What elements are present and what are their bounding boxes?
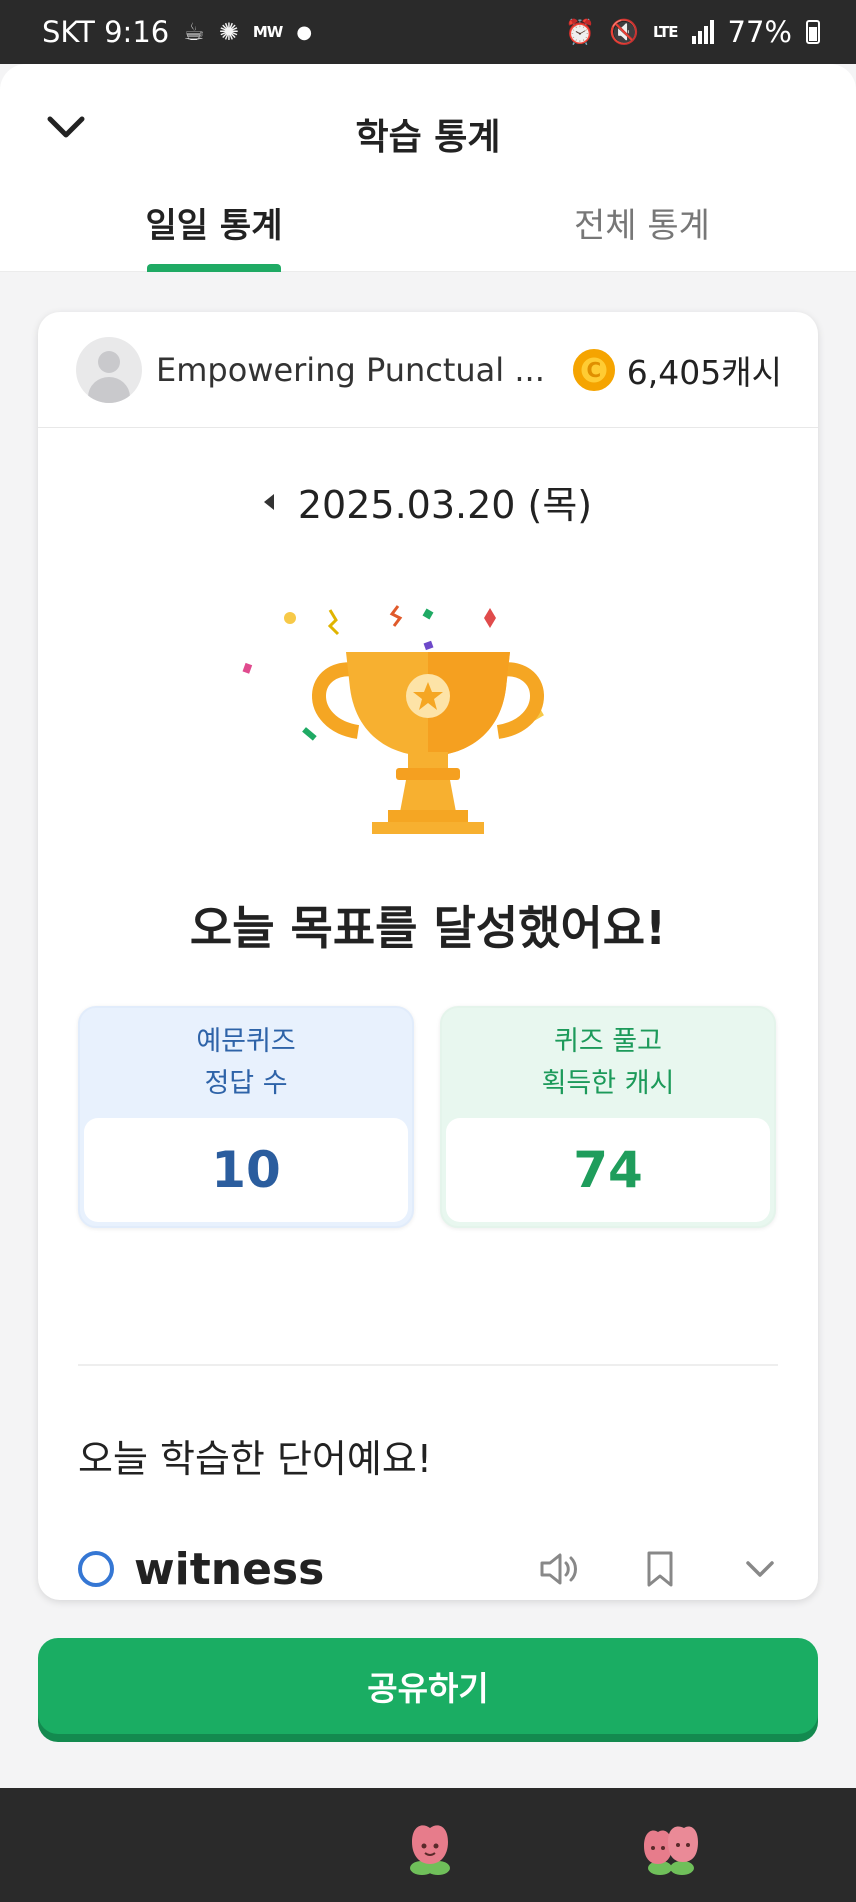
profile-row: Empowering Punctual ... C 6,405캐시 bbox=[38, 312, 818, 428]
word-list-item[interactable]: witness bbox=[78, 1534, 782, 1600]
stat-value: 10 bbox=[84, 1118, 408, 1222]
mw-icon: MW bbox=[252, 23, 284, 41]
carrier-time: SKT 9:16 bbox=[42, 15, 170, 49]
lte-label: LTE bbox=[652, 23, 679, 41]
stat-label-line2: 획득한 캐시 bbox=[541, 1068, 675, 1099]
word-text: witness bbox=[134, 1543, 325, 1595]
battery-icon bbox=[806, 20, 820, 44]
stat-label: 예문퀴즈 정답 수 bbox=[80, 1008, 412, 1118]
tab-bar: 일일 통계 전체 통계 bbox=[0, 194, 856, 272]
coffee-icon: ☕ bbox=[183, 18, 205, 46]
mute-icon: 🔇 bbox=[609, 18, 639, 46]
stat-value: 74 bbox=[446, 1118, 770, 1222]
stats-sheet: 학습 통계 일일 통계 전체 통계 Empowering Punctual ..… bbox=[0, 64, 856, 1788]
date-selector: 2025.03.20 (목) bbox=[38, 474, 818, 529]
stat-label-line2: 정답 수 bbox=[204, 1068, 288, 1099]
quiz-correct-stat: 예문퀴즈 정답 수 10 bbox=[78, 1006, 414, 1228]
date-label: 2025.03.20 (목) bbox=[297, 483, 593, 527]
expand-icon[interactable] bbox=[738, 1547, 782, 1591]
stat-label: 퀴즈 풀고 획득한 캐시 bbox=[442, 1008, 774, 1118]
share-button[interactable]: 공유하기 bbox=[38, 1638, 818, 1734]
signal-icon bbox=[691, 20, 714, 44]
speaker-icon[interactable] bbox=[538, 1547, 582, 1591]
tab-total-stats[interactable]: 전체 통계 bbox=[428, 194, 856, 272]
divider bbox=[78, 1364, 778, 1366]
compass-icon: ✺ bbox=[218, 18, 239, 46]
cash-earned-stat: 퀴즈 풀고 획득한 캐시 74 bbox=[440, 1006, 776, 1228]
trophy-icon bbox=[242, 605, 544, 834]
coin-icon: C bbox=[572, 348, 615, 391]
tab-daily-stats[interactable]: 일일 통계 bbox=[0, 194, 428, 272]
word-actions bbox=[538, 1547, 782, 1591]
flower-pair-icon[interactable] bbox=[640, 1818, 702, 1878]
cash-amount: 6,405캐시 bbox=[626, 352, 782, 392]
bookmark-icon[interactable] bbox=[638, 1547, 682, 1591]
header: 학습 통계 일일 통계 전체 통계 bbox=[0, 64, 856, 272]
system-nav-bar bbox=[0, 1788, 856, 1902]
avatar bbox=[76, 336, 142, 403]
dot-icon: ● bbox=[296, 21, 313, 43]
status-bar: SKT 9:16 ☕ ✺ MW ● ⏰ 🔇 LTE 77% bbox=[0, 0, 856, 64]
goal-achieved-message: 오늘 목표를 달성했어요! bbox=[189, 901, 667, 955]
cash-balance: C 6,405캐시 bbox=[572, 346, 782, 394]
status-ring-icon bbox=[78, 1551, 114, 1587]
stat-label-line1: 퀴즈 풀고 bbox=[554, 1026, 662, 1057]
username: Empowering Punctual ... bbox=[156, 350, 545, 389]
battery-percent: 77% bbox=[727, 15, 792, 49]
stat-label-line1: 예문퀴즈 bbox=[196, 1026, 296, 1057]
page-title: 학습 통계 bbox=[355, 117, 501, 158]
previous-date-icon[interactable] bbox=[263, 493, 274, 510]
alarm-icon: ⏰ bbox=[565, 18, 596, 46]
daily-stats-card: Empowering Punctual ... C 6,405캐시 2025.0… bbox=[38, 312, 818, 1600]
learned-words-title: 오늘 학습한 단어예요! bbox=[78, 1437, 433, 1481]
flower-icon[interactable] bbox=[404, 1818, 456, 1878]
